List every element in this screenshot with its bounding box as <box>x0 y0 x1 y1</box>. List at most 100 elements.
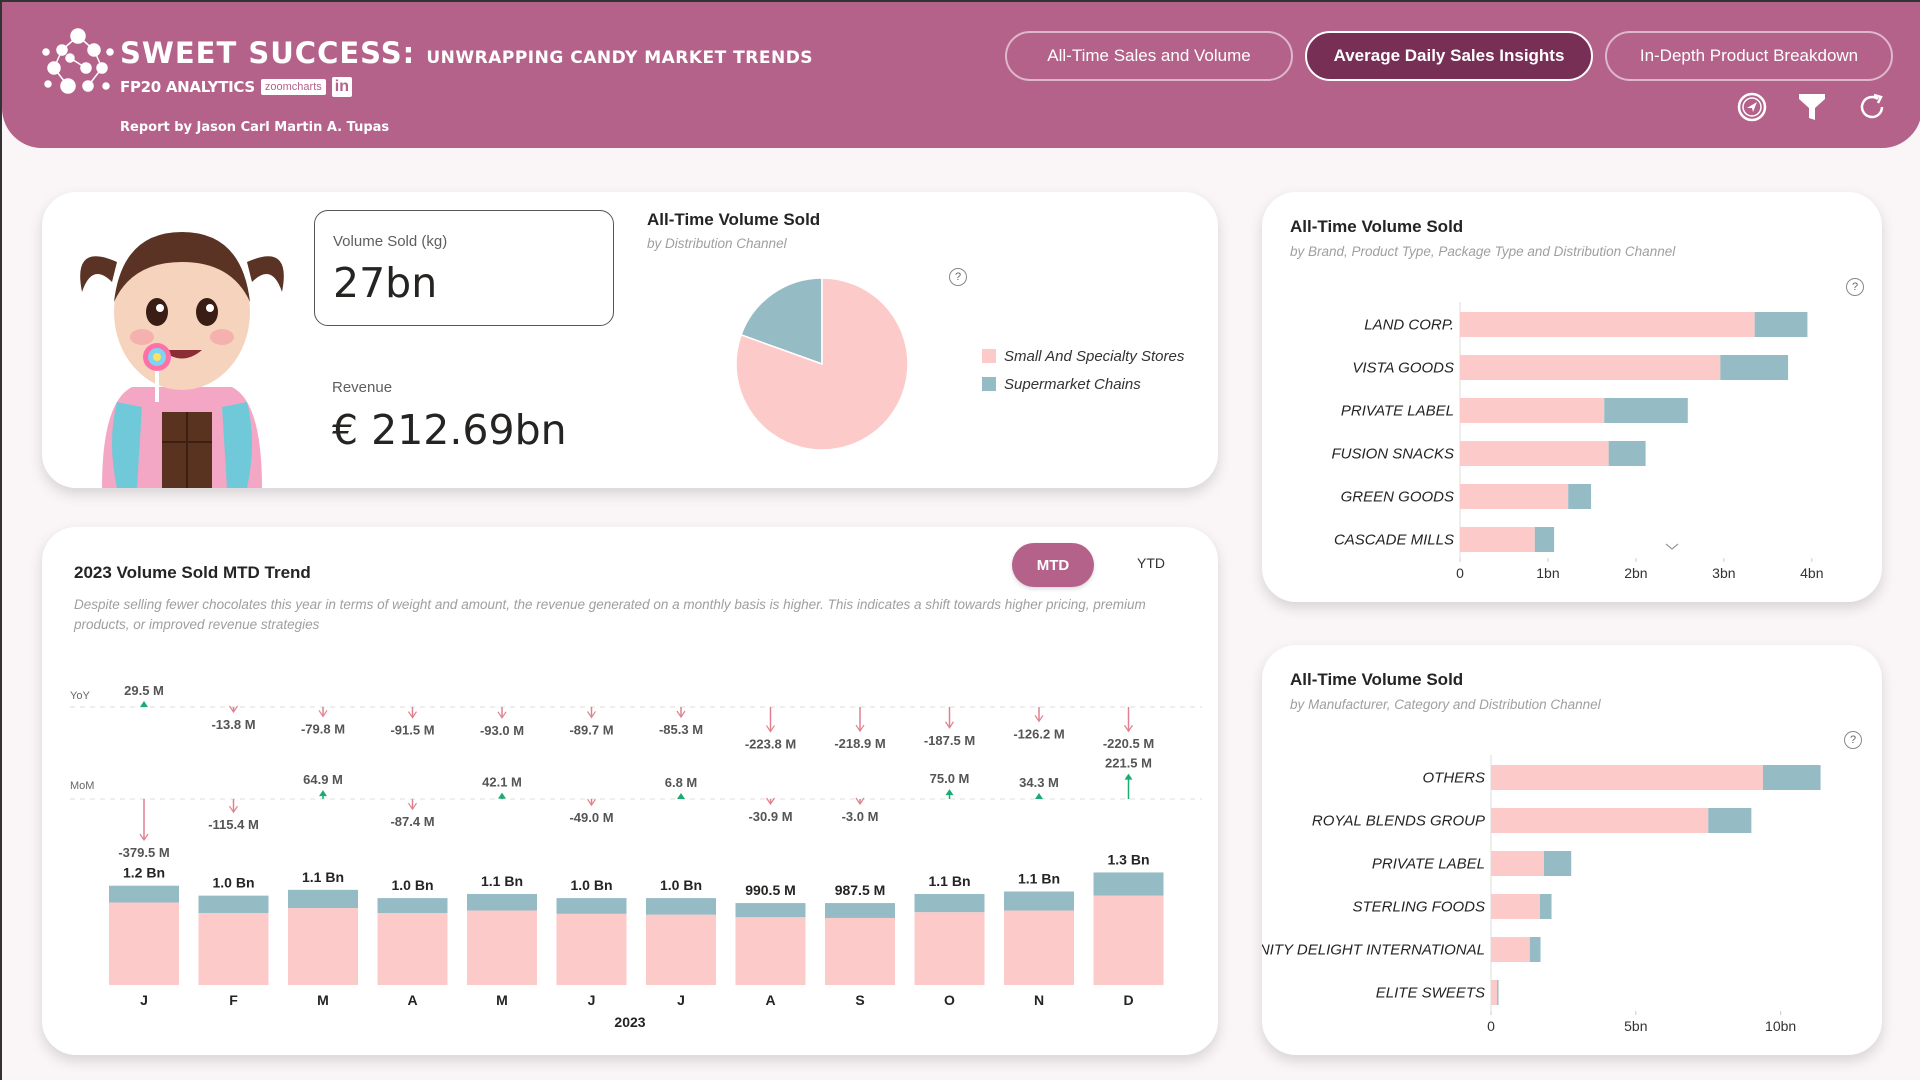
x-tick-label: 5bn <box>1624 1018 1647 1034</box>
variance-value-label: -187.5 M <box>924 733 975 748</box>
volume-sold-value: 27bn <box>333 259 438 307</box>
month-total-label: 987.5 M <box>835 882 886 898</box>
month-bar-small-specialty <box>467 910 537 985</box>
zoomcharts-logo[interactable]: zoomcharts <box>260 79 326 95</box>
month-axis-label: A <box>765 992 775 1008</box>
month-bar-supermarket <box>109 885 179 903</box>
page-navigation: All-Time Sales and Volume Average Daily … <box>1005 31 1893 81</box>
mascot-girl-illustration <box>80 232 284 488</box>
pie-chart[interactable] <box>722 264 922 464</box>
month-bar-small-specialty <box>1093 895 1164 985</box>
x-tick-label: 0 <box>1487 1018 1495 1034</box>
nav-average-daily-sales-insights[interactable]: Average Daily Sales Insights <box>1305 31 1593 81</box>
arrow-up-icon <box>498 792 506 799</box>
revenue-label: Revenue <box>332 379 393 396</box>
month-bar-small-specialty <box>735 917 806 985</box>
legend-swatch-small-specialty <box>982 349 996 363</box>
category-label: STERLING FOODS <box>1352 899 1485 916</box>
bar-segment-small-specialty <box>1460 484 1569 509</box>
category-label: LAND CORP. <box>1364 317 1454 334</box>
month-axis-label: S <box>855 992 864 1008</box>
nav-all-time-sales-volume[interactable]: All-Time Sales and Volume <box>1005 31 1293 81</box>
brand-row: FP20 ANALYTICS zoomcharts in <box>120 77 352 97</box>
kpi-card: Volume Sold (kg) 27bn Revenue € 212.69bn… <box>42 192 1218 488</box>
month-axis-label: A <box>407 992 417 1008</box>
bar-segment-small-specialty <box>1491 808 1709 833</box>
variance-value-label: -218.9 M <box>834 736 885 751</box>
month-bar-supermarket <box>556 898 627 914</box>
variance-value-label: -220.5 M <box>1103 736 1154 751</box>
variance-value-label: 6.8 M <box>665 775 698 790</box>
arrow-up-icon <box>140 701 148 707</box>
bar-segment-supermarket <box>1534 527 1555 552</box>
month-axis-label: J <box>588 992 596 1008</box>
pie-help-icon[interactable]: ? <box>949 268 967 286</box>
month-axis-label: J <box>677 992 685 1008</box>
x-tick-label: 4bn <box>1800 565 1823 581</box>
month-axis-label: O <box>944 992 955 1008</box>
month-bar-supermarket <box>467 893 537 911</box>
filter-button[interactable] <box>1795 90 1829 124</box>
revenue-value: € 212.69bn <box>332 406 567 454</box>
brand-name: FP20 ANALYTICS <box>120 78 255 96</box>
category-label: VISTA GOODS <box>1352 360 1454 377</box>
month-total-label: 1.3 Bn <box>1107 851 1149 867</box>
variance-value-label: -126.2 M <box>1013 726 1064 741</box>
navigate-icon <box>1737 92 1767 122</box>
variance-value-label: 29.5 M <box>124 683 164 698</box>
month-axis-label: M <box>317 992 329 1008</box>
month-total-label: 1.0 Bn <box>391 877 433 893</box>
arrow-up-icon <box>1035 793 1043 799</box>
refresh-button[interactable] <box>1855 90 1889 124</box>
arrow-up-icon <box>677 793 685 799</box>
variance-value-label: -379.5 M <box>118 845 169 860</box>
variance-value-label: -13.8 M <box>211 717 255 732</box>
legend-item-supermarket[interactable]: Supermarket Chains <box>982 370 1184 398</box>
variance-value-label: 42.1 M <box>482 775 522 790</box>
manufacturer-bar-chart[interactable]: OTHERS ROYAL BLENDS GROUP PRIVATE LABEL STE… <box>1262 645 1882 1055</box>
month-axis-label: J <box>140 992 148 1008</box>
bar-segment-supermarket <box>1604 398 1688 423</box>
variance-value-label: -3.0 M <box>842 809 879 824</box>
month-bar-supermarket <box>735 903 806 918</box>
volume-sold-kpi: Volume Sold (kg) 27bn <box>314 210 614 326</box>
nav-in-depth-product-breakdown[interactable]: In-Depth Product Breakdown <box>1605 31 1893 81</box>
month-total-label: 990.5 M <box>745 882 796 898</box>
variance-value-label: -49.0 M <box>569 810 613 825</box>
bar-segment-small-specialty <box>1491 980 1498 1005</box>
month-bar-small-specialty <box>825 917 895 985</box>
mtd-trend-chart[interactable]: YoY MoM 1.2 Bn J 29.5 M -379.5 M 1.0 Bn F -13.8 … <box>42 527 1218 1055</box>
month-total-label: 1.0 Bn <box>660 877 702 893</box>
bar-segment-small-specialty <box>1460 441 1609 466</box>
variance-value-label: -87.4 M <box>390 814 434 829</box>
variance-value-label: -30.9 M <box>748 809 792 824</box>
month-bar-small-specialty <box>288 908 358 985</box>
month-total-label: 1.1 Bn <box>481 873 523 889</box>
x-tick-label: 3bn <box>1712 565 1735 581</box>
navigate-button[interactable] <box>1735 90 1769 124</box>
variance-value-label: 75.0 M <box>930 771 970 786</box>
volume-sold-label: Volume Sold (kg) <box>333 233 448 250</box>
linkedin-icon[interactable]: in <box>331 77 352 97</box>
legend-item-small-specialty[interactable]: Small And Specialty Stores <box>982 342 1184 370</box>
month-axis-label: F <box>229 992 238 1008</box>
month-bar-small-specialty <box>1004 910 1074 985</box>
manufacturer-volume-card: All-Time Volume Sold by Manufacturer, Ca… <box>1262 645 1882 1055</box>
month-bar-supermarket <box>1093 872 1164 896</box>
x-tick-label: 1bn <box>1536 565 1559 581</box>
month-bar-supermarket <box>198 895 269 913</box>
month-total-label: 1.0 Bn <box>212 875 254 891</box>
month-bar-small-specialty <box>109 902 179 985</box>
variance-row-label-mom: MoM <box>70 780 94 792</box>
month-total-label: 1.1 Bn <box>928 873 970 889</box>
category-label: FUSION SNACKS <box>1331 446 1454 463</box>
month-bar-small-specialty <box>556 913 627 985</box>
month-bar-supermarket <box>1004 891 1074 911</box>
toolbar <box>1735 90 1889 124</box>
brand-bar-chart[interactable]: LAND CORP. VISTA GOODS PRIVATE LABEL FUSION… <box>1262 192 1882 602</box>
category-label: PRIVATE LABEL <box>1372 856 1485 873</box>
brand-volume-card: All-Time Volume Sold by Brand, Product T… <box>1262 192 1882 602</box>
report-author: Report by Jason Carl Martin A. Tupas <box>120 120 390 135</box>
month-bar-small-specialty <box>646 914 716 985</box>
bar-segment-small-specialty <box>1491 937 1530 962</box>
